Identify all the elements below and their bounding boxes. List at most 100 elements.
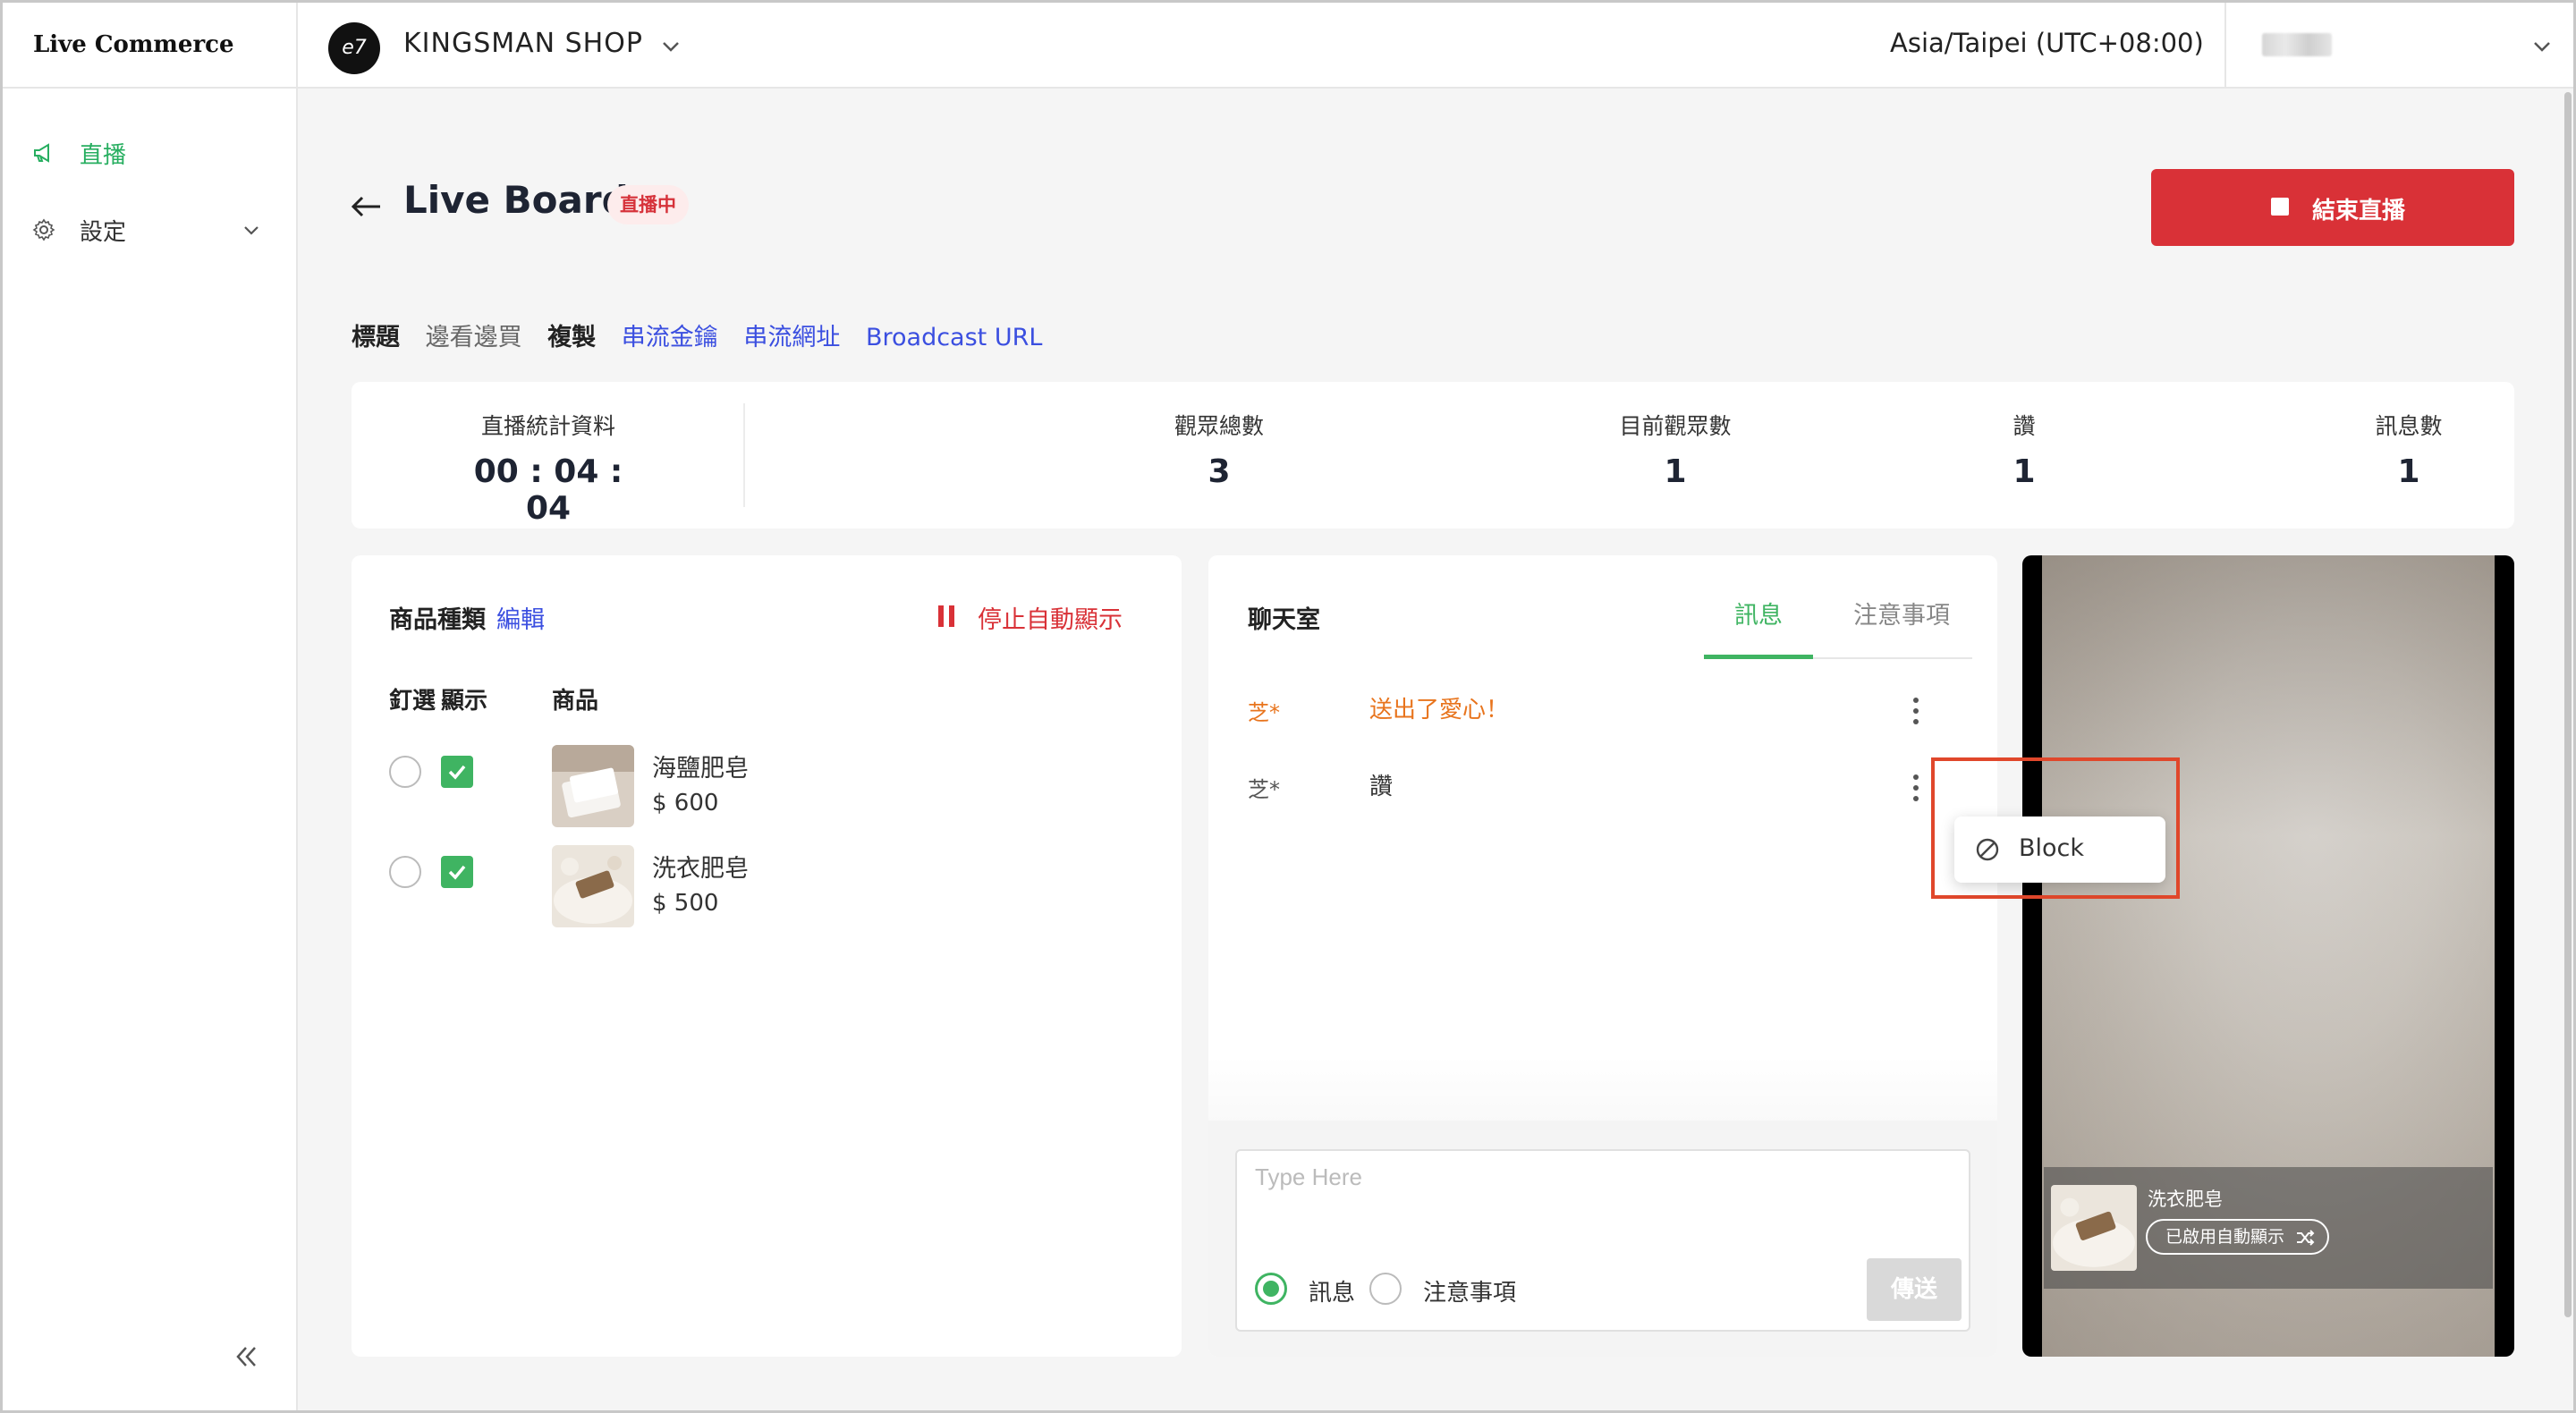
chat-text: 送出了愛心！	[1369, 697, 1510, 723]
col-header-show: 顯示	[441, 688, 488, 715]
chat-text: 讚	[1369, 774, 1394, 800]
auto-display-pill[interactable]: 已啟用自動顯示	[2146, 1219, 2330, 1255]
back-arrow-icon[interactable]	[346, 189, 387, 224]
product-price: $ 600	[652, 790, 719, 816]
tab-messages[interactable]: 訊息	[1704, 588, 1813, 659]
sidebar-item-live[interactable]: 直播	[3, 126, 298, 180]
product-name: 洗衣肥皂	[652, 855, 749, 883]
shop-logo: e7	[328, 22, 380, 74]
meta-title-key: 標題	[352, 324, 400, 351]
product-row: 洗衣肥皂 $ 500	[352, 845, 1182, 935]
pin-radio[interactable]	[389, 856, 421, 888]
radio-notice[interactable]	[1369, 1273, 1402, 1305]
live-video-preview: 洗衣肥皂 已啟用自動顯示	[2022, 555, 2514, 1357]
stop-icon	[2271, 198, 2289, 216]
chevron-down-icon[interactable]	[2529, 33, 2555, 60]
chevron-down-icon	[244, 226, 258, 235]
meta-title-value: 邊看邊買	[425, 324, 522, 351]
app-brand[interactable]: Live Commerce CMS	[3, 3, 298, 142]
stat-label: 讚	[2012, 413, 2036, 439]
sidebar: 直播 設定	[3, 89, 298, 1410]
auto-display-label: 已啟用自動顯示	[2165, 1227, 2285, 1247]
stat-value: 3	[1208, 453, 1231, 490]
meta-copy-key: 複製	[547, 324, 597, 351]
top-header: Live Commerce CMS e7 KINGSMAN SHOP Asia/…	[3, 3, 2573, 142]
sidebar-item-settings[interactable]: 設定	[3, 203, 298, 257]
sidebar-item-label: 直播	[80, 142, 127, 169]
checkmark-icon	[448, 765, 466, 780]
app-window: Live Commerce CMS e7 KINGSMAN SHOP Asia/…	[0, 0, 2576, 1413]
sidebar-item-label: 設定	[80, 219, 127, 246]
message-actions-menu: Block	[1954, 816, 2165, 883]
tab-notices[interactable]: 注意事項	[1838, 588, 1965, 657]
chat-composer: 訊息 注意事項 傳送	[1235, 1149, 1970, 1332]
more-vertical-icon[interactable]	[1904, 770, 1928, 806]
double-chevron-left-icon[interactable]	[228, 1339, 264, 1375]
scrollbar-thumb[interactable]	[2564, 92, 2572, 1317]
page-title: Live Board	[403, 178, 629, 222]
stat-value: 1	[2397, 453, 2420, 490]
stat-value: 1	[1664, 453, 1687, 490]
more-vertical-icon[interactable]	[1904, 693, 1928, 729]
chevron-down-icon[interactable]	[657, 33, 684, 60]
end-broadcast-label: 結束直播	[2312, 198, 2406, 224]
broadcast-meta: 標題 邊看邊買 複製 串流金鑰 串流網址 Broadcast URL	[352, 317, 1060, 352]
product-row: 海鹽肥皂 $ 600	[352, 745, 1182, 834]
pin-radio[interactable]	[389, 756, 421, 788]
stat-likes: 讚 1	[1953, 409, 2096, 490]
stat-value: 1	[2012, 453, 2036, 490]
copy-broadcast-url-link[interactable]: Broadcast URL	[866, 324, 1042, 351]
chat-title: 聊天室	[1248, 606, 1320, 634]
chat-tabs: 訊息 注意事項	[1704, 588, 1972, 659]
product-thumbnail	[552, 745, 634, 827]
shuffle-icon	[2297, 1230, 2315, 1246]
chat-panel: 聊天室 訊息 注意事項 芝* 送出了愛心！ 芝* 讚 訊息 注意事項	[1208, 555, 1997, 1357]
page-scrollbar[interactable]	[2563, 89, 2573, 1319]
show-checkbox[interactable]	[441, 856, 473, 888]
timezone-label: Asia/Taipei (UTC+08:00)	[1890, 28, 2204, 58]
product-panel-title: 商品種類	[389, 606, 486, 634]
stat-duration: 直播統計資料 00 : 04 : 04	[459, 409, 638, 527]
radio-message-label: 訊息	[1309, 1280, 1356, 1307]
stat-total-viewers: 觀眾總數 3	[1103, 409, 1335, 490]
product-name: 海鹽肥皂	[652, 755, 749, 783]
product-thumbnail	[552, 845, 634, 927]
radio-message[interactable]	[1255, 1273, 1287, 1305]
overlay-product-name: 洗衣肥皂	[2148, 1189, 2223, 1210]
col-header-product: 商品	[552, 688, 599, 715]
stats-panel: 直播統計資料 00 : 04 : 04 觀眾總數 3 目前觀眾數 1 讚 1 訊…	[352, 382, 2514, 529]
product-panel: 商品種類 編輯 停止自動顯示 釘選 顯示 商品 海鹽肥皂 $ 600 洗衣肥皂 …	[352, 555, 1182, 1357]
stat-label: 訊息數	[2375, 413, 2443, 439]
stat-label: 觀眾總數	[1174, 413, 1264, 439]
checkmark-icon	[448, 865, 466, 880]
stop-auto-display-label: 停止自動顯示	[978, 606, 1123, 634]
block-icon	[1976, 838, 1999, 861]
copy-stream-url-link[interactable]: 串流網址	[743, 324, 840, 351]
shop-name[interactable]: KINGSMAN SHOP	[403, 28, 643, 59]
chat-input[interactable]	[1255, 1163, 1953, 1235]
megaphone-icon	[34, 143, 49, 163]
stop-auto-display-button[interactable]: 停止自動顯示	[938, 600, 1123, 635]
stat-current-viewers: 目前觀眾數 1	[1550, 409, 1801, 490]
pause-icon	[936, 605, 956, 627]
block-menu-item[interactable]: Block	[2019, 834, 2084, 862]
gear-icon	[32, 218, 55, 241]
col-header-pin: 釘選	[389, 688, 436, 715]
stat-divider	[743, 403, 745, 507]
user-name-blurred	[2262, 33, 2332, 56]
stat-label: 目前觀眾數	[1619, 413, 1732, 439]
end-broadcast-button[interactable]: 結束直播	[2151, 169, 2514, 246]
chat-message: 芝* 送出了愛心！	[1248, 690, 1963, 734]
overlay-product-thumbnail	[2051, 1185, 2137, 1271]
edit-products-link[interactable]: 編輯	[496, 600, 545, 635]
radio-notice-label: 注意事項	[1423, 1280, 1517, 1307]
show-checkbox[interactable]	[441, 756, 473, 788]
stat-value: 00 : 04 : 04	[473, 453, 623, 527]
featured-product-overlay: 洗衣肥皂 已啟用自動顯示	[2044, 1167, 2493, 1289]
user-menu[interactable]	[2224, 3, 2573, 87]
send-button[interactable]: 傳送	[1867, 1258, 1962, 1321]
stat-messages: 訊息數 1	[2319, 409, 2498, 490]
product-price: $ 500	[652, 890, 719, 917]
copy-stream-key-link[interactable]: 串流金鑰	[622, 324, 718, 351]
chat-user: 芝*	[1248, 777, 1280, 802]
